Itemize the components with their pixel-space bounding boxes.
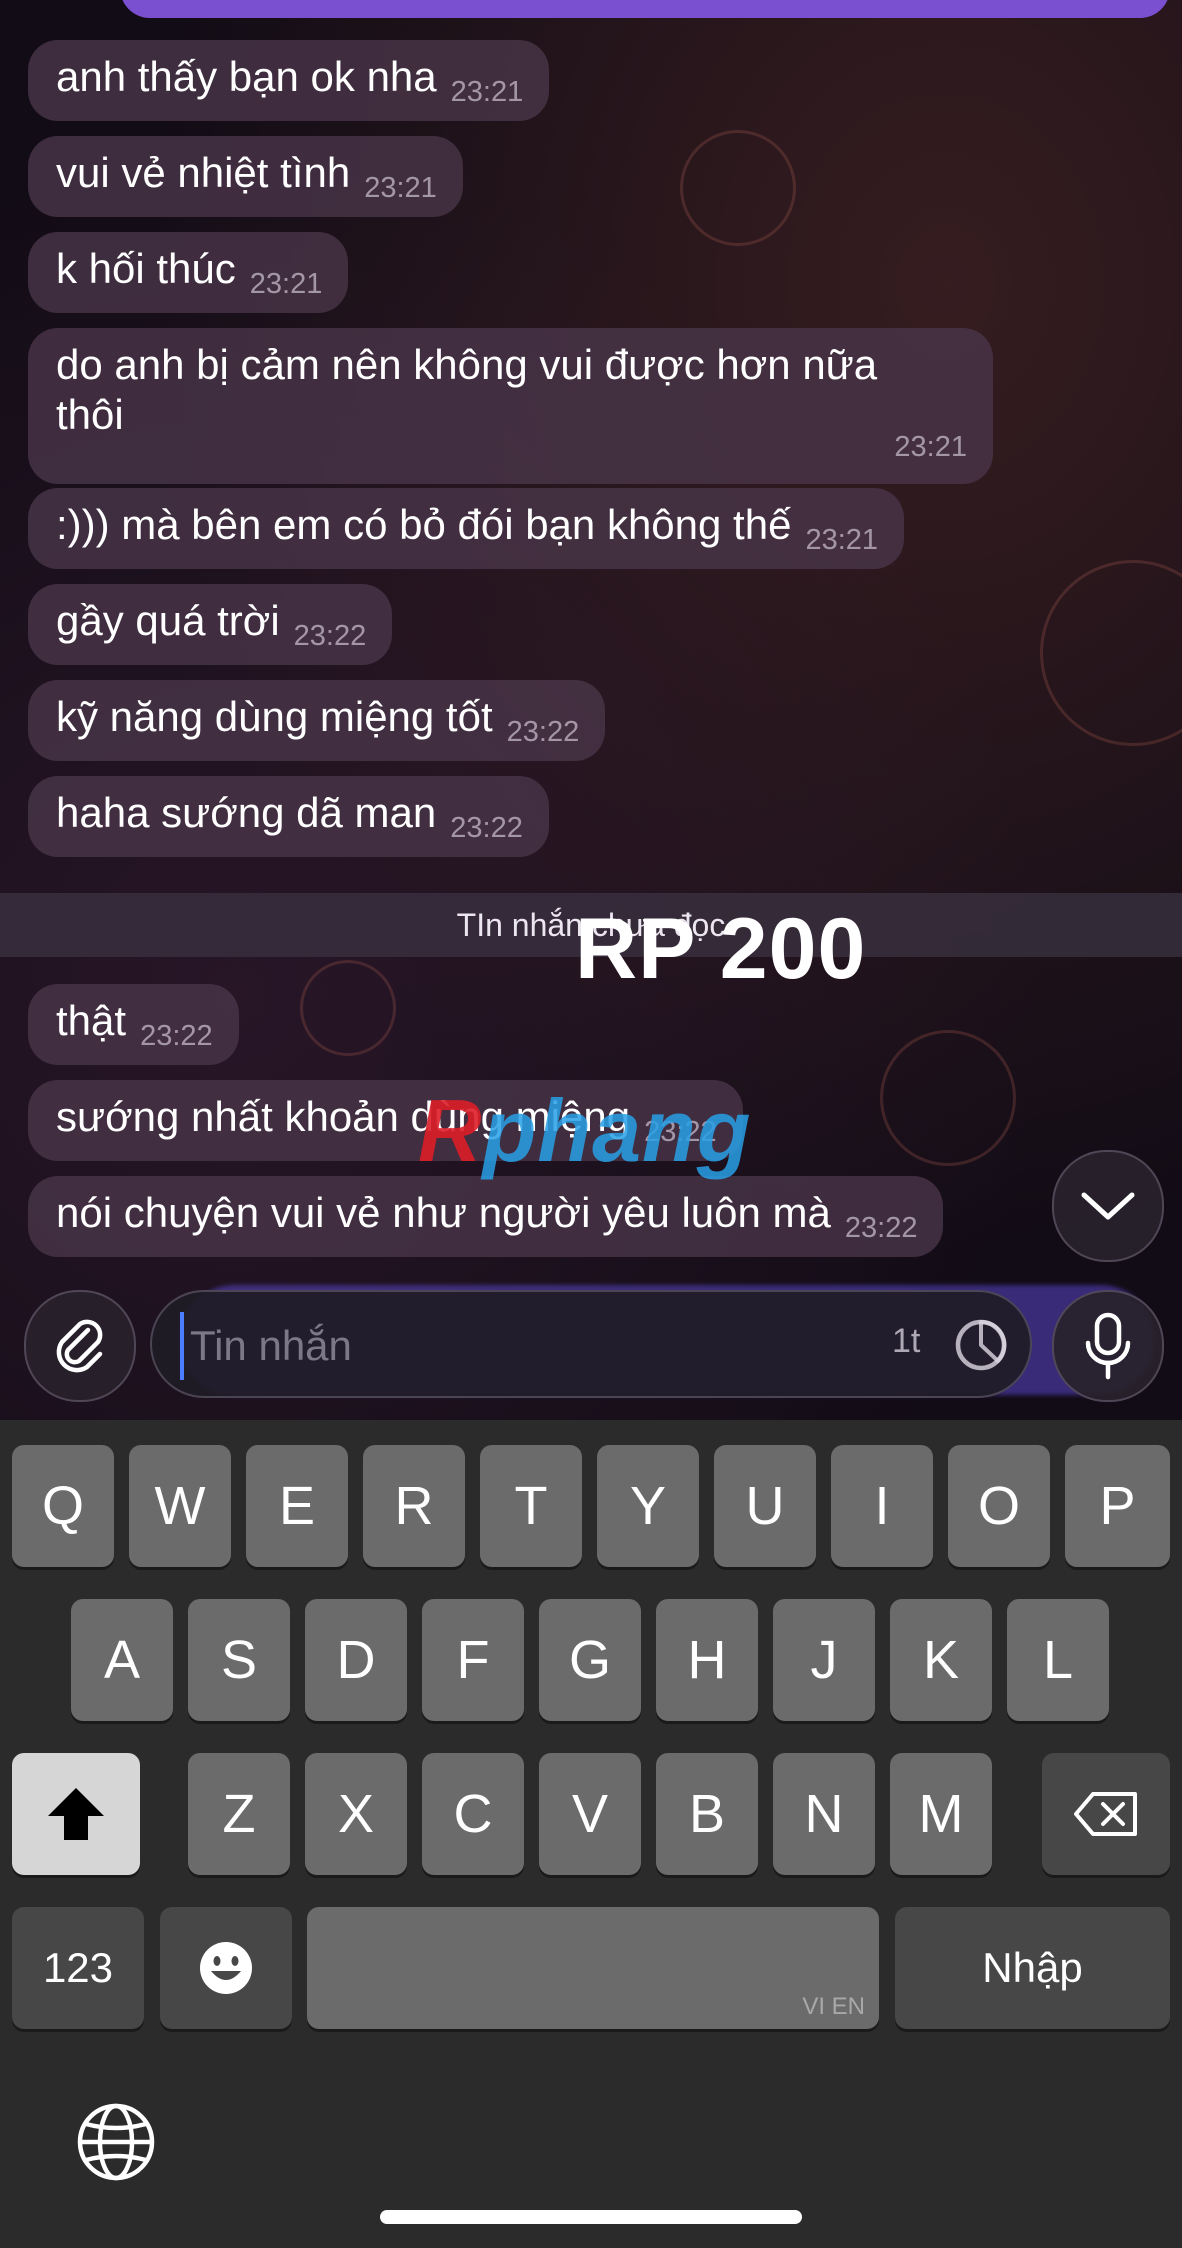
background-doodle	[680, 130, 796, 246]
message-bubble[interactable]: kỹ năng dùng miệng tốt 23:22	[28, 680, 606, 761]
background-doodle	[1040, 560, 1182, 746]
message-input[interactable]	[180, 1312, 792, 1380]
background-doodle	[300, 960, 396, 1056]
message-text: k hối thúc	[56, 245, 236, 292]
paperclip-icon	[56, 1319, 103, 1373]
message-time: 23:22	[140, 1020, 213, 1052]
message-text: vui vẻ nhiệt tình	[56, 149, 351, 196]
message-bubble[interactable]: nói chuyện vui vẻ như người yêu luôn mà 2…	[28, 1176, 944, 1257]
space-key[interactable]: VI EN	[307, 1907, 879, 2029]
watermark-logo-blue: phang	[482, 1081, 752, 1180]
shift-key[interactable]	[12, 1753, 140, 1875]
watermark-logo-red: R	[418, 1081, 483, 1180]
key-p[interactable]: P	[1065, 1445, 1170, 1567]
message-text: thật	[56, 997, 127, 1044]
key-z[interactable]: Z	[188, 1753, 290, 1875]
key-a[interactable]: A	[71, 1599, 173, 1721]
key-t[interactable]: T	[480, 1445, 582, 1567]
message-text: haha sướng dã man	[56, 789, 437, 836]
message-bubble[interactable]: gầy quá trời 23:22	[28, 584, 393, 665]
message-time: 23:21	[364, 172, 437, 204]
message-text: gầy quá trời	[56, 597, 280, 644]
emoji-key[interactable]	[160, 1907, 292, 2029]
background-doodle	[880, 1030, 1016, 1166]
message-bubble[interactable]: vui vẻ nhiệt tình 23:21	[28, 136, 463, 217]
message-time: 23:21	[249, 268, 323, 300]
home-indicator[interactable]	[380, 2210, 802, 2224]
delete-key[interactable]	[1042, 1753, 1170, 1875]
key-r[interactable]: R	[363, 1445, 465, 1567]
attach-button[interactable]	[24, 1290, 136, 1402]
scroll-to-bottom-button[interactable]	[1052, 1150, 1164, 1262]
message-time: 23:22	[293, 620, 367, 652]
microphone-icon	[1085, 1312, 1131, 1380]
numbers-key[interactable]: 123	[12, 1907, 144, 2029]
message-time: 23:21	[894, 431, 967, 463]
shift-icon	[48, 1788, 104, 1840]
message-bubble[interactable]: haha sướng dã man 23:22	[28, 776, 549, 857]
onscreen-keyboard: Q W E R T Y U I O P A S D F G H J K L Z …	[0, 1420, 1182, 2248]
watermark-text: RP 200	[575, 901, 867, 997]
key-g[interactable]: G	[539, 1599, 641, 1721]
language-hint: VI EN	[802, 1993, 865, 2020]
key-l[interactable]: L	[1007, 1599, 1109, 1721]
return-key[interactable]: Nhập	[895, 1907, 1170, 2029]
chat-area[interactable]: anh thấy bạn ok nha 23:21 vui vẻ nhiệt tì…	[0, 0, 1182, 1420]
key-k[interactable]: K	[890, 1599, 992, 1721]
message-text: kỹ năng dùng miệng tốt	[56, 693, 493, 740]
key-n[interactable]: N	[773, 1753, 875, 1875]
key-m[interactable]: M	[890, 1753, 992, 1875]
message-bubble[interactable]: thật 23:22	[28, 984, 239, 1065]
message-text: nói chuyện vui vẻ như người yêu luôn mà	[56, 1189, 831, 1236]
key-v[interactable]: V	[539, 1753, 641, 1875]
key-y[interactable]: Y	[597, 1445, 699, 1567]
key-u[interactable]: U	[714, 1445, 816, 1567]
key-j[interactable]: J	[773, 1599, 875, 1721]
key-h[interactable]: H	[656, 1599, 758, 1721]
timer-icon[interactable]	[952, 1316, 1010, 1374]
voice-message-button[interactable]	[1052, 1290, 1164, 1402]
key-x[interactable]: X	[305, 1753, 407, 1875]
telegram-chat-screen: anh thấy bạn ok nha 23:21 vui vẻ nhiệt tì…	[0, 0, 1182, 2248]
key-i[interactable]: I	[831, 1445, 933, 1567]
key-d[interactable]: D	[305, 1599, 407, 1721]
message-bubble[interactable]: k hối thúc 23:21	[28, 232, 349, 313]
message-time: 23:22	[450, 812, 523, 844]
message-bubble[interactable]: do anh bị cảm nên không vui được hơn nữa…	[28, 328, 993, 484]
backspace-icon	[1074, 1792, 1137, 1836]
message-time: 23:21	[805, 524, 879, 556]
outgoing-message-bubble-partial	[120, 0, 1170, 18]
key-c[interactable]: C	[422, 1753, 524, 1875]
message-time: 23:22	[844, 1212, 918, 1244]
key-e[interactable]: E	[246, 1445, 348, 1567]
message-text: anh thấy bạn ok nha	[56, 53, 437, 100]
key-o[interactable]: O	[948, 1445, 1050, 1567]
key-b[interactable]: B	[656, 1753, 758, 1875]
emoji-icon	[200, 1942, 252, 1994]
globe-icon[interactable]	[74, 2100, 158, 2184]
watermark-logo: Rphang	[418, 1080, 752, 1182]
message-bubble[interactable]: anh thấy bạn ok nha 23:21	[28, 40, 550, 121]
key-w[interactable]: W	[129, 1445, 231, 1567]
message-field[interactable]: 1t	[150, 1290, 1032, 1398]
message-text: :))) mà bên em có bỏ đói bạn không thế	[56, 501, 792, 548]
message-time: 23:22	[506, 716, 580, 748]
chevron-down-icon	[1081, 1192, 1135, 1220]
message-time: 23:21	[450, 76, 524, 108]
key-s[interactable]: S	[188, 1599, 290, 1721]
key-q[interactable]: Q	[12, 1445, 114, 1567]
auto-delete-timer-label[interactable]: 1t	[892, 1322, 920, 1361]
key-f[interactable]: F	[422, 1599, 524, 1721]
message-bubble[interactable]: :))) mà bên em có bỏ đói bạn không thế 23…	[28, 488, 905, 569]
message-text: do anh bị cảm nên không vui được hơn nữa…	[56, 341, 878, 438]
